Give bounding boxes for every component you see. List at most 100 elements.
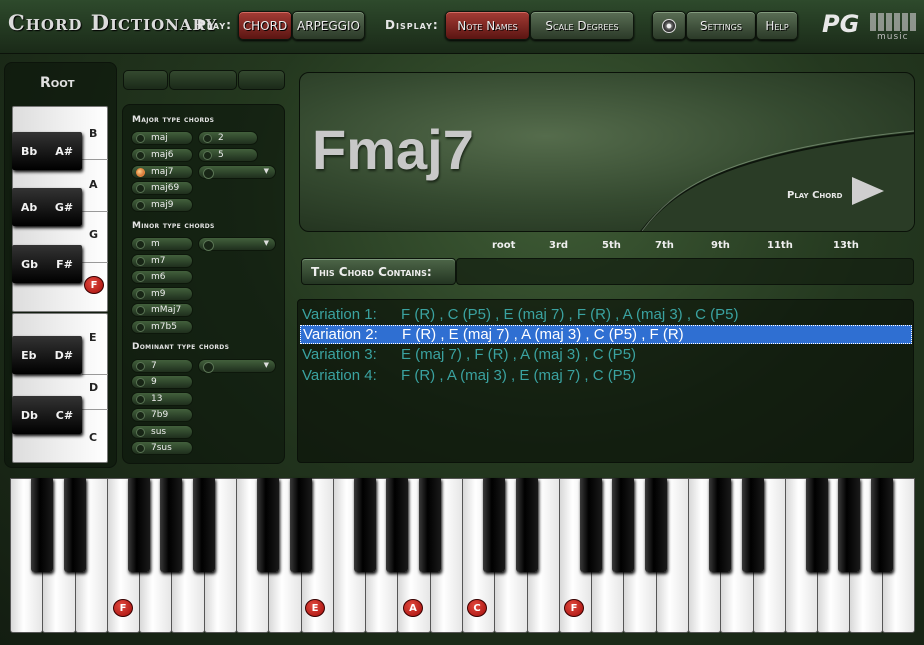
chord-dictionary-window: Chord Dictionary Play: CHORD ARPEGGIO Di… (0, 0, 924, 645)
chord-5[interactable]: 5 (198, 148, 258, 162)
black-key[interactable] (289, 478, 312, 572)
root-key-e[interactable]: E (89, 331, 97, 344)
black-key[interactable] (515, 478, 538, 572)
speaker-icon (662, 18, 676, 33)
variation-2-selected[interactable]: Variation 2: F (R) , E (maj 7) , A (maj 3… (300, 325, 912, 344)
root-key-f-selected[interactable]: F (84, 276, 104, 294)
play-label: Play: (197, 18, 232, 32)
black-key[interactable] (644, 478, 667, 572)
root-key-c[interactable]: C (89, 431, 97, 444)
keyboard-marker-c: C (467, 599, 487, 617)
black-key[interactable] (870, 478, 893, 572)
play-chord-label[interactable]: Play Chord (787, 190, 842, 201)
chord-maj69[interactable]: maj69 (131, 181, 193, 195)
arpeggio-button[interactable]: ARPEGGIO (292, 11, 365, 40)
black-key[interactable] (483, 478, 506, 572)
black-key[interactable] (709, 478, 732, 572)
chord-maj9[interactable]: maj9 (131, 198, 193, 212)
black-key[interactable] (354, 478, 377, 572)
black-key[interactable] (418, 478, 441, 572)
root-key-g[interactable]: G (89, 228, 98, 241)
root-key-eb[interactable]: Eb D# (12, 336, 82, 374)
chord-m7b5[interactable]: m7b5 (131, 320, 193, 334)
display-label: Display: (385, 18, 439, 32)
chord-2[interactable]: 2 (198, 131, 258, 145)
degree-9th: 9th (711, 240, 730, 251)
minor-more-dropdown[interactable] (198, 237, 276, 251)
black-key[interactable] (580, 478, 603, 572)
this-chord-contains-button[interactable]: This Chord Contains: (301, 258, 456, 285)
app-title: Chord Dictionary (8, 10, 218, 35)
dominant-header: Dominant type chords (132, 342, 230, 352)
variation-3[interactable]: Variation 3: E (maj 7) , F (R) , A (maj 3… (300, 345, 912, 364)
chord-display: Fmaj7 Play Chord (299, 72, 915, 232)
toolbar: Chord Dictionary Play: CHORD ARPEGGIO Di… (0, 0, 924, 54)
root-label: Root (40, 75, 75, 91)
root-key-ab[interactable]: Ab G# (12, 188, 82, 226)
scale-degrees-button[interactable]: Scale Degrees (530, 11, 634, 40)
chord-m9[interactable]: m9 (131, 287, 193, 301)
black-key[interactable] (741, 478, 764, 572)
chord-m[interactable]: m (131, 237, 193, 251)
variation-1[interactable]: Variation 1: F (R) , C (P5) , E (maj 7) ,… (300, 305, 912, 324)
black-key[interactable] (257, 478, 280, 572)
minor-header: Minor type chords (132, 221, 215, 231)
keyboard-marker-a: A (403, 599, 423, 617)
keyboard-marker-f: F (113, 599, 133, 617)
chord-sus[interactable]: sus (131, 425, 193, 439)
logo-subtitle: music (877, 32, 909, 42)
root-key-d[interactable]: D (89, 381, 98, 394)
blank-tab-1[interactable] (123, 70, 168, 90)
degree-11th: 11th (767, 240, 793, 251)
help-button[interactable]: Help (756, 11, 798, 40)
chord-7sus[interactable]: 7sus (131, 441, 193, 455)
chord-m7[interactable]: m7 (131, 254, 193, 268)
chord-maj6[interactable]: maj6 (131, 148, 193, 162)
chord-maj[interactable]: maj (131, 131, 193, 145)
chord-mmaj7[interactable]: mMaj7 (131, 303, 193, 317)
logo-keyboard-graphic (870, 13, 918, 31)
black-key[interactable] (612, 478, 635, 572)
root-key-bb[interactable]: Bb A# (12, 132, 82, 170)
dominant-more-dropdown[interactable] (198, 359, 276, 373)
chord-name: Fmaj7 (312, 118, 474, 181)
chord-button[interactable]: CHORD (238, 11, 292, 40)
degree-5th: 5th (602, 240, 621, 251)
chord-13[interactable]: 13 (131, 392, 193, 406)
black-key[interactable] (63, 478, 86, 572)
play-icon[interactable] (852, 177, 884, 205)
root-key-a[interactable]: A (89, 178, 98, 191)
degree-3rd: 3rd (549, 240, 569, 251)
major-more-dropdown[interactable] (198, 165, 276, 179)
degree-7th: 7th (655, 240, 674, 251)
black-key[interactable] (192, 478, 215, 572)
keyboard-marker-f-2: F (564, 599, 584, 617)
variations-list: Variation 1: F (R) , C (P5) , E (maj 7) ,… (297, 299, 914, 463)
black-key[interactable] (806, 478, 829, 572)
settings-button[interactable]: Settings (686, 11, 756, 40)
chord-contains-field (456, 258, 914, 285)
root-key-gb[interactable]: Gb F# (12, 245, 82, 283)
chord-7b9[interactable]: 7b9 (131, 408, 193, 422)
chord-9[interactable]: 9 (131, 375, 193, 389)
black-key[interactable] (838, 478, 861, 572)
variation-4[interactable]: Variation 4: F (R) , A (maj 3) , E (maj 7… (300, 366, 912, 385)
speaker-button[interactable] (652, 11, 686, 40)
blank-tab-2[interactable] (169, 70, 237, 90)
root-key-b[interactable]: B (89, 127, 97, 140)
blank-tab-3[interactable] (238, 70, 285, 90)
black-key[interactable] (128, 478, 151, 572)
chord-7[interactable]: 7 (131, 359, 193, 373)
black-key[interactable] (386, 478, 409, 572)
pg-logo: PG (822, 10, 860, 38)
piano-keyboard[interactable] (10, 478, 915, 633)
chord-maj7[interactable]: maj7 (131, 165, 193, 179)
black-key[interactable] (31, 478, 54, 572)
black-key[interactable] (160, 478, 183, 572)
note-names-button[interactable]: Note Names (445, 11, 530, 40)
degree-root: root (492, 240, 516, 251)
major-header: Major type chords (132, 115, 215, 125)
root-key-db[interactable]: Db C# (12, 396, 82, 434)
chord-m6[interactable]: m6 (131, 270, 193, 284)
degree-13th: 13th (833, 240, 859, 251)
